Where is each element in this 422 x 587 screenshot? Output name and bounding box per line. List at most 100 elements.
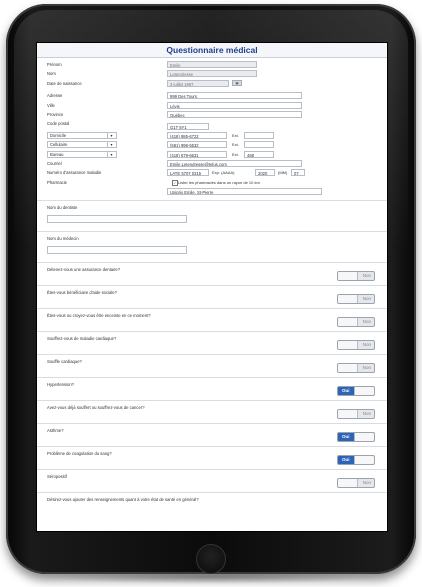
phone-type-select-3[interactable]: Bureau ▾ <box>47 150 117 158</box>
footer-question: Désirez-vous ajouter des renseignements … <box>37 492 387 515</box>
naissance-label: Date de naissance <box>47 80 82 86</box>
ville-field[interactable]: Lévis <box>167 101 302 109</box>
yes-no-toggle[interactable]: Oui <box>337 455 375 466</box>
row-code-postal: Code postal G1T 5Y1 <box>37 120 387 131</box>
ext-label-1: Ext. <box>232 132 239 138</box>
ext-label-3: Ext. <box>232 151 239 157</box>
toggle-knob <box>338 479 358 488</box>
prenom-field[interactable]: Emile <box>167 61 257 68</box>
toggle-knob <box>338 410 358 419</box>
adresse-field[interactable]: 999 Des Tours <box>167 92 302 100</box>
phone-type-select-2[interactable]: Cellulaire ▾ <box>47 141 117 149</box>
adresse-label: Adresse <box>47 93 63 99</box>
yes-no-toggle[interactable]: Non <box>337 271 375 282</box>
code-postal-label: Code postal <box>47 121 70 127</box>
pharmacie-label: Pharmacie <box>47 179 68 185</box>
medecin-input[interactable] <box>47 246 187 255</box>
yes-no-toggle[interactable]: Oui <box>337 432 375 443</box>
mm-field[interactable]: 07 <box>291 169 305 177</box>
row-province: Province Québec <box>37 110 387 120</box>
row-phone-2: Cellulaire ▾ (581) 996-5532 Ext. <box>37 141 387 150</box>
ext-field-2[interactable] <box>244 141 274 149</box>
question-row: Souffle cardiaque? Non <box>37 354 387 377</box>
question-row: Détenez-vous une assurance dentaire? Non <box>37 262 387 285</box>
form-title: Questionnaire médical <box>37 43 387 58</box>
question-label: Hypertension? <box>47 382 75 388</box>
code-postal-field[interactable]: G1T 5Y1 <box>167 123 209 131</box>
dentiste-section: Nom du dentiste <box>37 200 387 231</box>
toggle-value: Non <box>362 296 371 302</box>
ext-field-3[interactable]: 468 <box>244 150 274 158</box>
nom-label: Nom <box>47 71 56 77</box>
nas-field[interactable]: LATE 5707 0315 <box>167 169 209 177</box>
phone-type-2: Cellulaire <box>50 142 68 148</box>
toggle-value: Non <box>362 480 371 486</box>
row-naissance: Date de naissance 3 juillet 1997 ▦ <box>37 79 387 89</box>
pharmacie-field[interactable]: Uniprix Emile, St-Pierre <box>167 188 322 196</box>
toggle-value: Oui <box>342 388 350 394</box>
yes-no-toggle[interactable]: Oui <box>337 386 375 397</box>
row-pharmacie: Pharmacie ✓ Lister les pharmacies dans u… <box>37 179 387 188</box>
phone-number-3[interactable]: (418) 679-6631 <box>167 150 227 158</box>
courriel-label: Courriel <box>47 160 62 166</box>
chevron-down-icon: ▾ <box>107 151 115 157</box>
calendar-icon[interactable]: ▦ <box>232 79 242 86</box>
phone-type-select-1[interactable]: Domicile ▾ <box>47 131 117 139</box>
nas-label: Numéro d'assurance maladie <box>47 170 102 176</box>
toggle-value: Oui <box>342 457 350 463</box>
courriel-field[interactable]: Emile.Letendresse@telus.com <box>167 159 302 167</box>
phone-number-2[interactable]: (581) 996-5532 <box>167 141 227 149</box>
yes-no-toggle[interactable]: Non <box>337 478 375 489</box>
row-pharmacie-value: Uniprix Emile, St-Pierre <box>37 188 387 197</box>
row-nas: Numéro d'assurance maladie LATE 5707 031… <box>37 169 387 178</box>
question-label: Problème de coagulation du sang? <box>47 451 112 457</box>
nom-field[interactable]: Letendresse <box>167 70 257 78</box>
phone-number-1[interactable]: (418) 985-6722 <box>167 131 227 139</box>
row-courriel: Courriel Emile.Letendresse@telus.com <box>37 159 387 169</box>
dentiste-input[interactable] <box>47 215 187 224</box>
dentiste-label: Nom du dentiste <box>47 205 78 211</box>
province-label: Province <box>47 111 64 117</box>
home-button[interactable] <box>196 544 226 574</box>
yes-no-toggle[interactable]: Non <box>337 340 375 351</box>
yes-no-toggle[interactable]: Non <box>337 363 375 374</box>
toggle-value: Non <box>362 319 371 325</box>
row-phone-3: Bureau ▾ (418) 679-6631 Ext. 468 <box>37 150 387 160</box>
question-row: Problème de coagulation du sang? Oui <box>37 446 387 469</box>
naissance-field[interactable]: 3 juillet 1997 <box>167 79 229 87</box>
toggle-value: Non <box>362 273 371 279</box>
row-prenom: Prénom Emile <box>37 61 387 70</box>
yes-no-toggle[interactable]: Non <box>337 317 375 328</box>
question-label: Êtes-vous ou croyez-vous être enceinte e… <box>47 313 151 319</box>
chevron-down-icon: ▾ <box>107 132 115 138</box>
toggle-knob <box>338 318 358 327</box>
question-row: Séropositif Non <box>37 469 387 492</box>
prenom-label: Prénom <box>47 62 62 67</box>
yes-no-toggle[interactable]: Non <box>337 294 375 305</box>
chevron-down-icon: ▾ <box>107 142 115 148</box>
question-label: Êtes-vous bénéficiaire d'aide sociale? <box>47 290 117 296</box>
province-field[interactable]: Québec <box>167 110 302 118</box>
yes-no-toggle[interactable]: Non <box>337 409 375 420</box>
question-row: Êtes-vous bénéficiaire d'aide sociale? No… <box>37 285 387 308</box>
row-nom: Nom Letendresse <box>37 70 387 79</box>
row-adresse: Adresse 999 Des Tours <box>37 92 387 101</box>
toggle-knob <box>338 272 358 281</box>
toggle-knob <box>338 364 358 373</box>
toggle-value: Non <box>362 342 371 348</box>
exp-year-field[interactable]: 2020 <box>255 169 275 177</box>
question-label: Asthme? <box>47 428 64 434</box>
toggle-value: Non <box>362 365 371 371</box>
exp-label: Exp. (AAAA) <box>212 170 235 176</box>
questions-list: Détenez-vous une assurance dentaire? Non Ê… <box>37 262 387 492</box>
toggle-value: Oui <box>342 434 350 440</box>
toggle-value: Non <box>362 411 371 417</box>
question-label: Séropositif <box>47 474 67 480</box>
screen: Questionnaire médical Prénom Emile Nom L… <box>36 42 388 532</box>
question-label: Souffrez-vous de maladie cardiaque? <box>47 336 117 342</box>
phone-type-3: Bureau <box>50 151 64 157</box>
ext-field-1[interactable] <box>244 131 274 139</box>
question-row: Souffrez-vous de maladie cardiaque? Non <box>37 331 387 354</box>
question-row: Avez-vous déjà souffert ou souffrez-vous… <box>37 400 387 423</box>
question-row: Asthme? Oui <box>37 423 387 446</box>
